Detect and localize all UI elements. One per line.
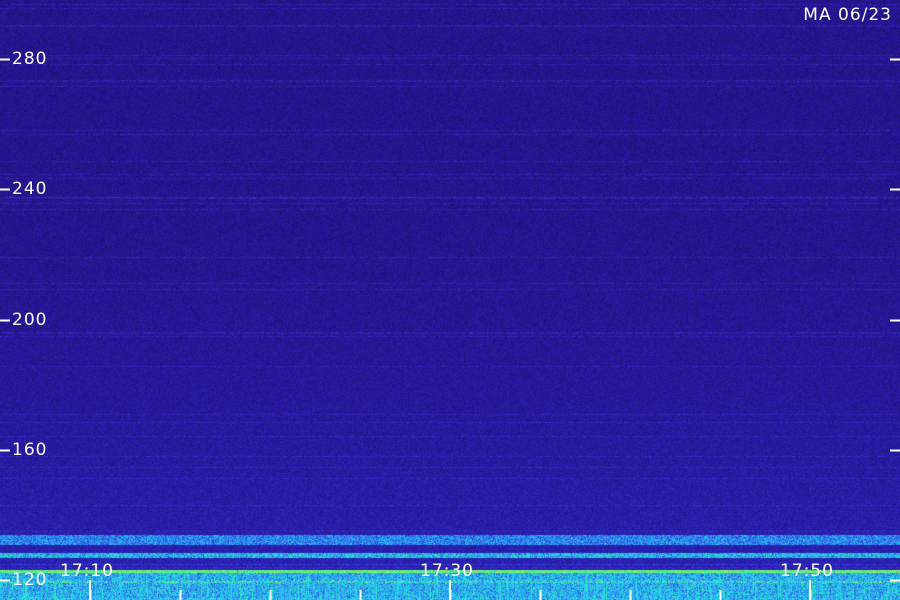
- x-tick-label-17:30: 17:30: [420, 561, 474, 581]
- corner-label: MA 06/23: [803, 5, 892, 25]
- y-tick-label-240: 240: [12, 178, 48, 199]
- y-tick-label-280: 280: [12, 48, 48, 69]
- y-tick-label-120: 120: [12, 569, 48, 590]
- x-tick-label-17:50: 17:50: [780, 561, 834, 581]
- spectrogram-panel: MA 06/23 280 240 200 160 120 17:10 17:30 17:50: [0, 0, 900, 600]
- y-tick-label-200: 200: [12, 309, 48, 330]
- x-tick-label-17:10: 17:10: [60, 561, 114, 581]
- y-tick-label-160: 160: [12, 439, 48, 460]
- axes-overlay: [0, 58, 900, 600]
